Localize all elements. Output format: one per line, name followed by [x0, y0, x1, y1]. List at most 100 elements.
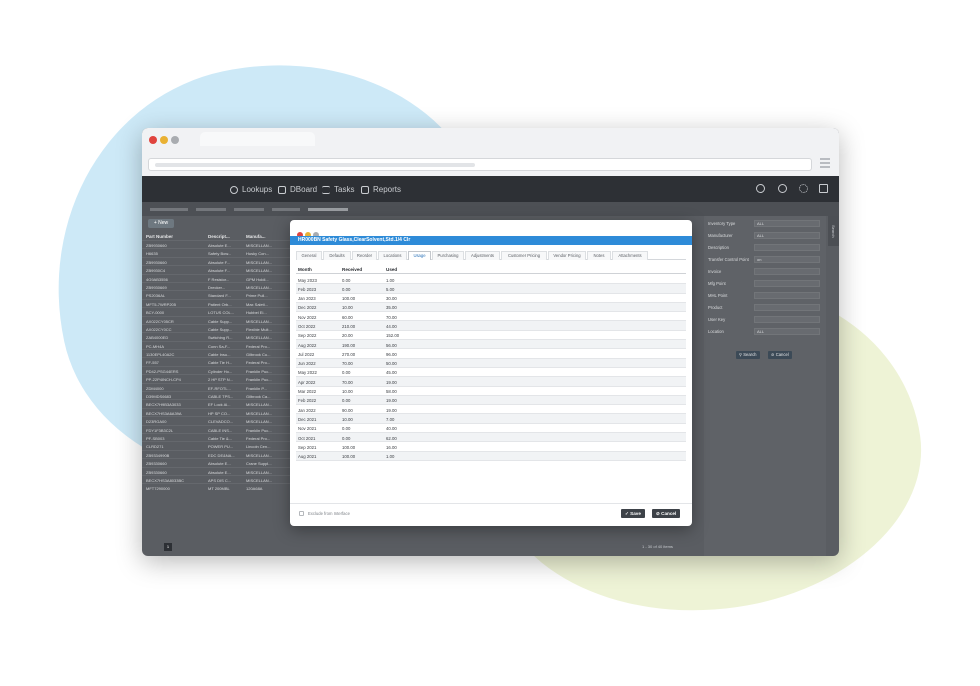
filter-input[interactable]: ALL	[754, 220, 820, 227]
crumb-tab[interactable]	[150, 208, 188, 211]
tab-locations[interactable]: Locations	[378, 251, 407, 260]
tab-customer-pricing[interactable]: Customer Pricing	[501, 251, 547, 260]
grid-row[interactable]: PS2036AL Standard F... Prime Pull...	[142, 290, 290, 298]
table-row[interactable]: Sep 2021 100.00 16.00	[296, 442, 686, 452]
grid-row[interactable]: 4G9AB3556 F Resistor... GPM Holdi...	[142, 273, 290, 282]
filter-input[interactable]	[754, 292, 820, 299]
close-dot[interactable]	[149, 136, 157, 144]
cancel-button[interactable]: ⊘ Cancel	[652, 509, 681, 518]
tab-reorder[interactable]: Reorder	[352, 251, 377, 260]
table-row[interactable]: Jun 2022 70.00 50.00	[296, 358, 686, 368]
save-button[interactable]: ✓ Save	[621, 509, 645, 518]
grid-row[interactable]: ZB9330660 Absolute E... Crane Suppl...	[142, 458, 290, 466]
grid-row[interactable]: FF-557 Cable Tie H... Federal Pro...	[142, 357, 290, 365]
grid-row[interactable]: ZB9930660 Absolute E... MISCELLAN...	[142, 240, 290, 248]
gear-icon[interactable]	[799, 184, 808, 193]
tab-notes[interactable]: Notes	[587, 251, 611, 260]
table-row[interactable]: Sep 2022 20.00 152.00	[296, 331, 686, 341]
grid-row[interactable]: MFT5-7WRP205 Patient Orb... Max Saleti...	[142, 298, 290, 307]
panel-cancel-button[interactable]: ⊘ Cancel	[768, 351, 792, 359]
grid-row[interactable]: ZDM4000 EF-RFOTL... Franklin P...	[142, 382, 290, 391]
browser-tab[interactable]	[200, 132, 315, 146]
grid-row[interactable]: D39MDS6683 CABLE TPS... Gilbrook Ca...	[142, 391, 290, 399]
table-row[interactable]: May 2023 0.00 1.00	[296, 275, 686, 285]
grid-row[interactable]: BECX7H9B3A3033 EF Lock Al... MISCELLAN...	[142, 399, 290, 407]
minimize-dot[interactable]	[160, 136, 168, 144]
grid-row[interactable]: PF-SB003 Cable Tie &... Federal Pro...	[142, 432, 290, 441]
search-button[interactable]: ⚲ Search	[736, 351, 760, 359]
crumb-tab[interactable]	[272, 208, 300, 211]
filter-input[interactable]	[754, 304, 820, 311]
tab-vendor-pricing[interactable]: Vendor Pricing	[548, 251, 586, 260]
grid-row[interactable]: FDY1F3B3C2L CABLE INS... Franklin Puc...	[142, 424, 290, 433]
grid-row[interactable]: BECX7HS3A8033BC APS DIS C... MISCELLAN...	[142, 474, 290, 483]
filter-input[interactable]	[754, 316, 820, 323]
grid-row[interactable]: D23RGA00 CLEVADCO... MISCELLAN...	[142, 416, 290, 424]
tab-general[interactable]: General	[296, 251, 322, 260]
grid-row[interactable]: AX022CY05CR Cable Supp... MISCELLAN...	[142, 315, 290, 324]
grid-row[interactable]: AX022CY0CC Cable Supp... Flexible Mult...	[142, 323, 290, 332]
grid-row[interactable]: 1130EPL40A2C Cable Insu... Gilbrook Cu...	[142, 349, 290, 357]
tab-adjustments[interactable]: Adjustments	[465, 251, 500, 260]
address-bar[interactable]	[148, 158, 812, 171]
table-row[interactable]: Jan 2023 100.00 30.00	[296, 294, 686, 303]
table-row[interactable]: May 2022 0.00 45.00	[296, 368, 686, 378]
grid-col-header[interactable]: Part Number	[146, 234, 173, 239]
grid-row[interactable]: PP-22P4INCH-CP4 2 HP STP N... Franklin Puc…	[142, 374, 290, 382]
tab-defaults[interactable]: Defaults	[323, 251, 351, 260]
grid-row[interactable]: ZB9930669 Drecker... MISCELLAN...	[142, 281, 290, 290]
user-icon[interactable]	[756, 184, 765, 193]
filter-input[interactable]	[754, 280, 820, 287]
grid-row[interactable]: ZB9330660 Absolute E... MISCELLAN...	[142, 466, 290, 475]
grid-row[interactable]: ZAB4000ED Switching R... MISCELLAN...	[142, 332, 290, 340]
grid-row[interactable]: ZB9930C4 Absolute F... MISCELLAN...	[142, 265, 290, 273]
crumb-tab[interactable]	[196, 208, 226, 211]
tab-purchasing[interactable]: Purchasing	[432, 251, 464, 260]
table-row[interactable]: Oct 2021 0.00 62.00	[296, 433, 686, 443]
table-row[interactable]: Dec 2021 10.00 7.00	[296, 414, 686, 424]
exclude-checkbox[interactable]	[299, 511, 304, 516]
grid-col-header[interactable]: Descript...	[208, 234, 230, 239]
pager-page[interactable]: 1	[164, 543, 172, 551]
table-row[interactable]: Mar 2022 10.00 58.00	[296, 387, 686, 396]
table-row[interactable]: Aug 2021 100.00 1.00	[296, 451, 686, 461]
table-row[interactable]: Feb 2023 0.00 5.00	[296, 284, 686, 294]
nav-reports[interactable]: Reports	[361, 185, 401, 194]
table-row[interactable]: Jul 2022 270.00 96.00	[296, 349, 686, 359]
grid-row[interactable]: PC-MH4A Conn Sa-F... Federal Pro...	[142, 340, 290, 349]
grid-row[interactable]: BCY-0000 LOTUS COL... Hubbel Ei...	[142, 307, 290, 315]
filter-input[interactable]: ALL	[754, 328, 820, 335]
logout-icon[interactable]	[819, 184, 828, 193]
help-icon[interactable]	[778, 184, 787, 193]
grid-row[interactable]: BECX7HS3A6A39A HP SP CO... MISCELLAN...	[142, 407, 290, 416]
filter-input[interactable]: on	[754, 256, 820, 263]
grid-row[interactable]: ZB9334990B EDC DE&NA... MISCELLAN...	[142, 449, 290, 458]
grid-row[interactable]: PD42-PSG44ERS Cylinder Ho... Franklin Puc.…	[142, 365, 290, 374]
table-row[interactable]: Dec 2022 10.00 35.00	[296, 302, 686, 313]
nav-lookups[interactable]: Lookups	[230, 185, 272, 194]
grid-row[interactable]: ZB9930660 Absolute F... MISCELLAN...	[142, 256, 290, 265]
grid-row[interactable]: H6635 Safety Bow... Husky Con...	[142, 248, 290, 256]
filter-input[interactable]	[754, 244, 820, 251]
new-button[interactable]: + New	[148, 219, 174, 228]
table-row[interactable]: Jan 2022 90.00 19.00	[296, 405, 686, 415]
table-row[interactable]: Aug 2022 190.00 56.00	[296, 340, 686, 350]
table-row[interactable]: Nov 2021 0.00 40.00	[296, 424, 686, 434]
search-side-tab[interactable]: Search	[828, 216, 839, 246]
crumb-tab-active[interactable]	[308, 208, 348, 211]
grid-col-header[interactable]: Manufa...	[246, 234, 266, 239]
nav-dboard[interactable]: DBoard	[278, 185, 317, 194]
tab-attachments[interactable]: Attachments	[612, 251, 648, 260]
grid-row[interactable]: CLRD271 POWER PU... Lincoln Cen...	[142, 441, 290, 449]
tab-usage[interactable]: Usage	[408, 251, 431, 260]
table-row[interactable]: Nov 2022 60.00 70.00	[296, 312, 686, 322]
filter-input[interactable]	[754, 268, 820, 275]
crumb-tab[interactable]	[234, 208, 264, 211]
hamburger-menu-icon[interactable]	[820, 158, 830, 168]
nav-tasks[interactable]: Tasks	[322, 185, 354, 194]
filter-input[interactable]: ALL	[754, 232, 820, 239]
table-row[interactable]: Feb 2022 0.00 19.00	[296, 395, 686, 406]
grid-row[interactable]: MFT7290000 MT 200MBL 120A68A	[142, 483, 290, 491]
table-row[interactable]: Apr 2022 70.00 19.00	[296, 377, 686, 387]
table-row[interactable]: Oct 2022 210.00 44.00	[296, 321, 686, 331]
